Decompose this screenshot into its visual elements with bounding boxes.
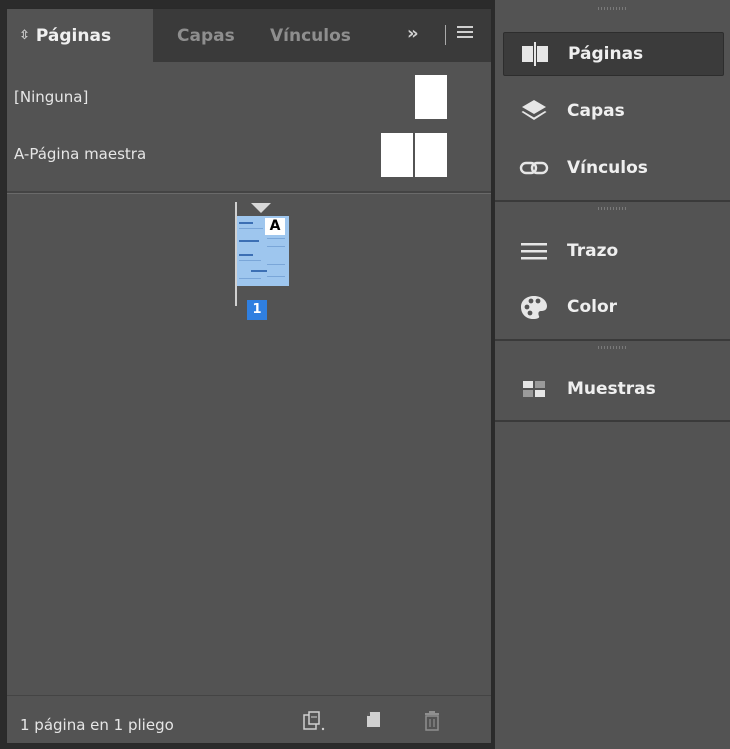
swatches-icon [517, 379, 551, 399]
status-text: 1 página en 1 pliego [20, 716, 174, 734]
layers-icon [517, 98, 551, 124]
collapse-toggle-icon[interactable]: ⇳ [19, 28, 30, 43]
new-page-icon[interactable] [365, 710, 383, 734]
dock-item-pages[interactable]: Páginas [503, 32, 724, 76]
tab-layers[interactable]: Capas [177, 9, 235, 62]
tab-divider [445, 25, 446, 45]
dock-grip[interactable] [495, 4, 730, 14]
dock-group-divider [495, 339, 730, 341]
master-item-none[interactable]: [Ninguna] [7, 70, 491, 126]
tabs-overflow-icon[interactable]: » [407, 23, 419, 44]
masters-divider-highlight [7, 193, 491, 194]
dock-group-divider [495, 420, 730, 422]
dock-item-layers[interactable]: Capas [503, 89, 724, 133]
dock-item-label: Vínculos [567, 158, 648, 178]
pages-panel: ⇳ Páginas Capas Vínculos » [Ninguna] A-P… [6, 8, 492, 744]
page-size-icon[interactable] [301, 710, 327, 736]
panel-menu-icon[interactable] [457, 26, 473, 41]
master-thumbnail[interactable] [415, 75, 447, 119]
dock-item-label: Trazo [567, 241, 619, 261]
page-number-badge[interactable]: 1 [247, 300, 267, 320]
panel-status-bar: 1 página en 1 pliego [7, 695, 491, 744]
trash-icon[interactable] [423, 710, 441, 736]
dock-group-divider [495, 200, 730, 202]
stroke-icon [517, 240, 551, 262]
tab-links[interactable]: Vínculos [270, 9, 351, 62]
applied-master-label: A [265, 218, 285, 235]
dock-item-links[interactable]: Vínculos [503, 146, 724, 190]
tab-layers-label: Capas [177, 25, 235, 46]
master-label: A-Página maestra [14, 145, 147, 163]
dock-item-stroke[interactable]: Trazo [503, 229, 724, 273]
dock-item-color[interactable]: Color [503, 285, 724, 329]
master-label: [Ninguna] [14, 88, 89, 106]
panel-tab-bar: ⇳ Páginas Capas Vínculos » [7, 9, 491, 62]
dock-item-label: Muestras [567, 379, 656, 399]
tab-pages[interactable]: ⇳ Páginas [7, 9, 153, 62]
panel-dock: Páginas Capas Vínculos Trazo Color Muest… [495, 0, 730, 749]
dock-grip[interactable] [495, 204, 730, 214]
tab-links-label: Vínculos [270, 25, 351, 46]
tab-pages-label: Páginas [35, 25, 112, 46]
dock-item-label: Capas [567, 101, 625, 121]
dock-item-label: Color [567, 297, 618, 317]
links-icon [517, 158, 551, 178]
master-thumbnail-left[interactable] [381, 133, 413, 177]
pages-icon [518, 41, 552, 67]
dock-item-label: Páginas [568, 44, 644, 64]
color-palette-icon [517, 294, 551, 320]
page-marker-icon [251, 203, 271, 213]
master-thumbnail-right[interactable] [415, 133, 447, 177]
document-page-1[interactable]: A [235, 202, 289, 306]
master-item-a[interactable]: A-Página maestra [7, 127, 491, 183]
dock-grip[interactable] [495, 343, 730, 353]
dock-item-swatches[interactable]: Muestras [503, 367, 724, 411]
